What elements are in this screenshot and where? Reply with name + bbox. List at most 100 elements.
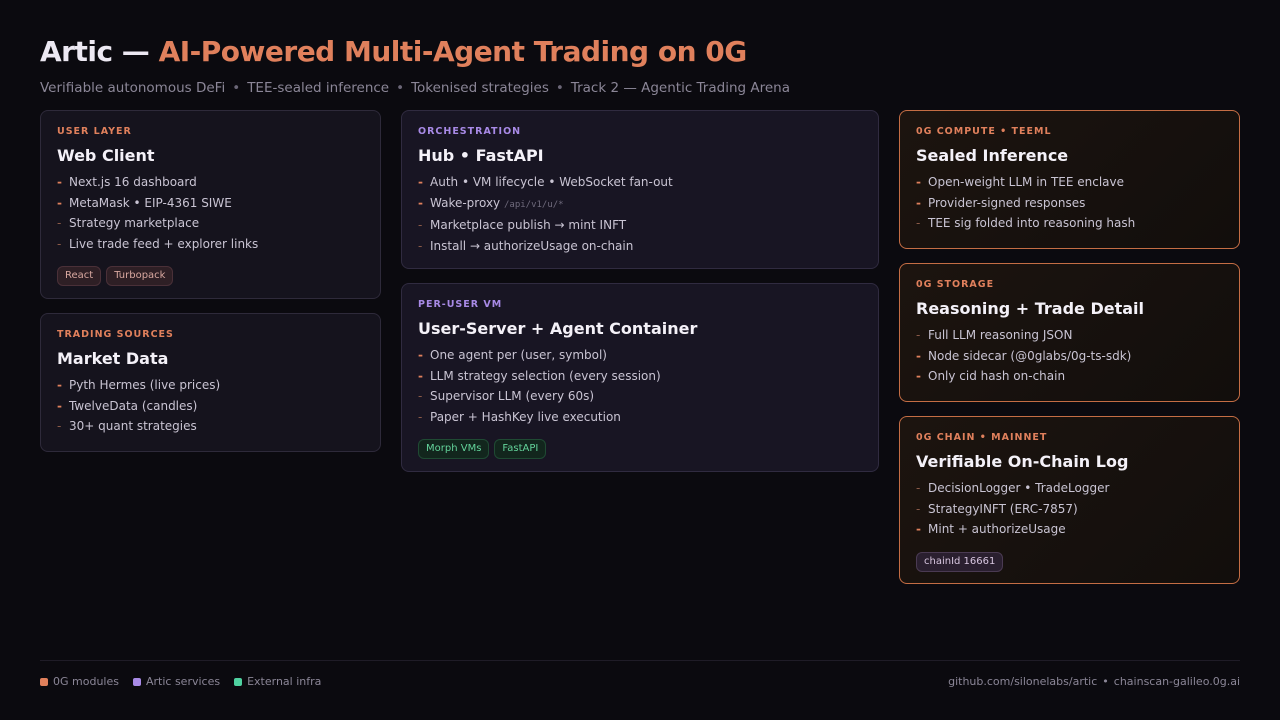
card-item-list: - Open-weight LLM in TEE enclave - Provide… bbox=[916, 172, 1223, 234]
separator-dot: • bbox=[396, 80, 405, 96]
title-main: Artic bbox=[40, 35, 113, 68]
card-title: Reasoning + Trade Detail bbox=[916, 299, 1145, 318]
card-orchestration: ORCHESTRATION Hub • FastAPI - Auth • VM l… bbox=[401, 110, 879, 269]
separator-dot: • bbox=[232, 80, 241, 96]
api-route-code: /api/v1/u/* bbox=[503, 199, 564, 210]
footer-links: github.com/silonelabs/artic • chainscan-ga… bbox=[948, 675, 1240, 688]
card-title: Hub • FastAPI bbox=[418, 146, 544, 165]
card-kicker: 0G CHAIN • MAINNET bbox=[916, 432, 1048, 443]
card-kicker: 0G STORAGE bbox=[916, 279, 995, 290]
legend-item: 0G modules bbox=[40, 675, 119, 688]
card-title: Market Data bbox=[57, 349, 169, 368]
card-trading-sources: TRADING SOURCES Market Data - Pyth Hermes… bbox=[40, 313, 381, 452]
separator-dot: • bbox=[555, 80, 564, 96]
list-item: - MetaMask • EIP-4361 SIWE bbox=[57, 193, 364, 214]
tag-group: chainId 16661 bbox=[916, 551, 1223, 572]
list-item: - Live trade feed + explorer links bbox=[57, 234, 364, 255]
legend: 0G modules Artic services External infra bbox=[40, 675, 321, 688]
dash-marker: - bbox=[418, 348, 423, 362]
dash-marker: - bbox=[57, 236, 62, 251]
list-item: - Mint + authorizeUsage bbox=[916, 519, 1223, 540]
list-item: - Install → authorizeUsage on-chain bbox=[418, 236, 862, 257]
dash-marker: - bbox=[418, 368, 423, 383]
legend-swatch bbox=[132, 677, 141, 686]
legend-item: External infra bbox=[234, 675, 321, 688]
dash-marker: - bbox=[916, 216, 921, 230]
tag-morph-vms: Morph VMs bbox=[418, 439, 490, 459]
dash-marker: - bbox=[418, 218, 423, 232]
subtitle: Verifiable autonomous DeFi • TEE-sealed in… bbox=[40, 80, 1240, 96]
dash-marker: - bbox=[916, 501, 921, 516]
card-item-list: - DecisionLogger • TradeLogger - StrategyI… bbox=[916, 478, 1223, 540]
footer-divider bbox=[40, 660, 1240, 661]
list-item: - Node sidecar (@0glabs/0g-ts-sdk) bbox=[916, 346, 1223, 367]
card-0g-compute: 0G COMPUTE • TEEML Sealed Inference - Ope… bbox=[899, 110, 1240, 249]
dash-marker: - bbox=[57, 216, 62, 230]
github-link[interactable]: github.com/silonelabs/artic bbox=[948, 675, 1097, 688]
list-item: - Only cid hash on-chain bbox=[916, 366, 1223, 387]
subtitle-part: Tokenised strategies bbox=[411, 80, 549, 96]
tag-group: React Turbopack bbox=[57, 266, 364, 286]
list-item: - Full LLM reasoning JSON bbox=[916, 325, 1223, 346]
card-title: Verifiable On-Chain Log bbox=[916, 452, 1129, 471]
card-title: Sealed Inference bbox=[916, 146, 1069, 165]
card-kicker: TRADING SOURCES bbox=[57, 329, 174, 340]
card-0g-chain: 0G CHAIN • MAINNET Verifiable On-Chain L… bbox=[899, 416, 1240, 584]
legend-swatch bbox=[234, 677, 243, 686]
header: Artic — AI-Powered Multi-Agent Trading o… bbox=[40, 34, 1240, 96]
dash-marker: - bbox=[57, 419, 62, 433]
subtitle-part: TEE-sealed inference bbox=[247, 80, 390, 96]
card-item-list: - Pyth Hermes (live prices) - TwelveData (… bbox=[57, 375, 364, 437]
dash-marker: - bbox=[916, 195, 921, 210]
list-item: - DecisionLogger • TradeLogger bbox=[916, 478, 1223, 499]
list-item: - Open-weight LLM in TEE enclave bbox=[916, 172, 1223, 193]
title-dash: — bbox=[112, 35, 159, 68]
list-item: - StrategyINFT (ERC-7857) bbox=[916, 499, 1223, 520]
subtitle-part: Track 2 — Agentic Trading Arena bbox=[570, 80, 790, 96]
card-title: Web Client bbox=[57, 146, 155, 165]
list-item: - TwelveData (candles) bbox=[57, 396, 364, 417]
card-kicker: PER-USER VM bbox=[418, 299, 503, 310]
tag-react: React bbox=[57, 266, 102, 286]
dash-marker: - bbox=[916, 369, 921, 383]
dash-marker: - bbox=[916, 481, 921, 495]
tag-fastapi: FastAPI bbox=[494, 439, 547, 459]
list-item: - Strategy marketplace bbox=[57, 213, 364, 234]
list-item: - TEE sig folded into reasoning hash bbox=[916, 213, 1223, 234]
dash-marker: - bbox=[916, 175, 921, 189]
list-item: -30+ quant strategies bbox=[57, 416, 364, 437]
card-kicker: USER LAYER bbox=[57, 126, 132, 137]
list-item: - Marketplace publish → mint INFT bbox=[418, 215, 862, 236]
dash-marker: - bbox=[916, 328, 921, 342]
dash-marker: - bbox=[418, 238, 423, 253]
dash-marker: - bbox=[57, 175, 62, 189]
card-title: User-Server + Agent Container bbox=[418, 319, 698, 338]
tag-group: Morph VMs FastAPI bbox=[418, 439, 862, 459]
tag-chain-id: chainId 16661 bbox=[916, 551, 1004, 572]
card-0g-storage: 0G STORAGE Reasoning + Trade Detail - Ful… bbox=[899, 263, 1240, 402]
card-item-list: - Full LLM reasoning JSON - Node sidecar (… bbox=[916, 325, 1223, 387]
list-item: - Next.js 16 dashboard bbox=[57, 172, 364, 193]
tag-turbopack: Turbopack bbox=[106, 266, 174, 286]
card-item-list: - Auth • VM lifecycle • WebSocket fan-out… bbox=[418, 172, 862, 256]
dash-marker: - bbox=[418, 409, 423, 424]
subtitle-part: Verifiable autonomous DeFi bbox=[40, 80, 226, 96]
dash-marker: - bbox=[916, 348, 921, 363]
page-title: Artic — AI-Powered Multi-Agent Trading o… bbox=[40, 34, 1240, 70]
card-per-user-vm: PER-USER VM User-Server + Agent Containe… bbox=[401, 283, 879, 472]
card-item-list: - Next.js 16 dashboard - MetaMask • EIP-43… bbox=[57, 172, 364, 254]
list-item: - Paper + HashKey live execution bbox=[418, 407, 862, 428]
explorer-link[interactable]: chainscan-galileo.0g.ai bbox=[1114, 675, 1240, 688]
dash-marker: - bbox=[57, 378, 62, 392]
separator-dot: • bbox=[1102, 675, 1109, 688]
legend-swatch bbox=[40, 677, 48, 686]
list-item: - Wake-proxy /api/v1/u/* bbox=[418, 193, 862, 216]
list-item: - Supervisor LLM (every 60s) bbox=[418, 386, 862, 407]
card-user-layer: USER LAYER Web Client - Next.js 16 dashbo… bbox=[40, 110, 381, 299]
legend-item: Artic services bbox=[132, 675, 220, 688]
list-item: - One agent per (user, symbol) bbox=[418, 345, 862, 366]
dash-marker: - bbox=[57, 398, 62, 413]
dash-marker: - bbox=[418, 175, 423, 189]
list-item: - Pyth Hermes (live prices) bbox=[57, 375, 364, 396]
list-item: - LLM strategy selection (every session) bbox=[418, 366, 862, 387]
